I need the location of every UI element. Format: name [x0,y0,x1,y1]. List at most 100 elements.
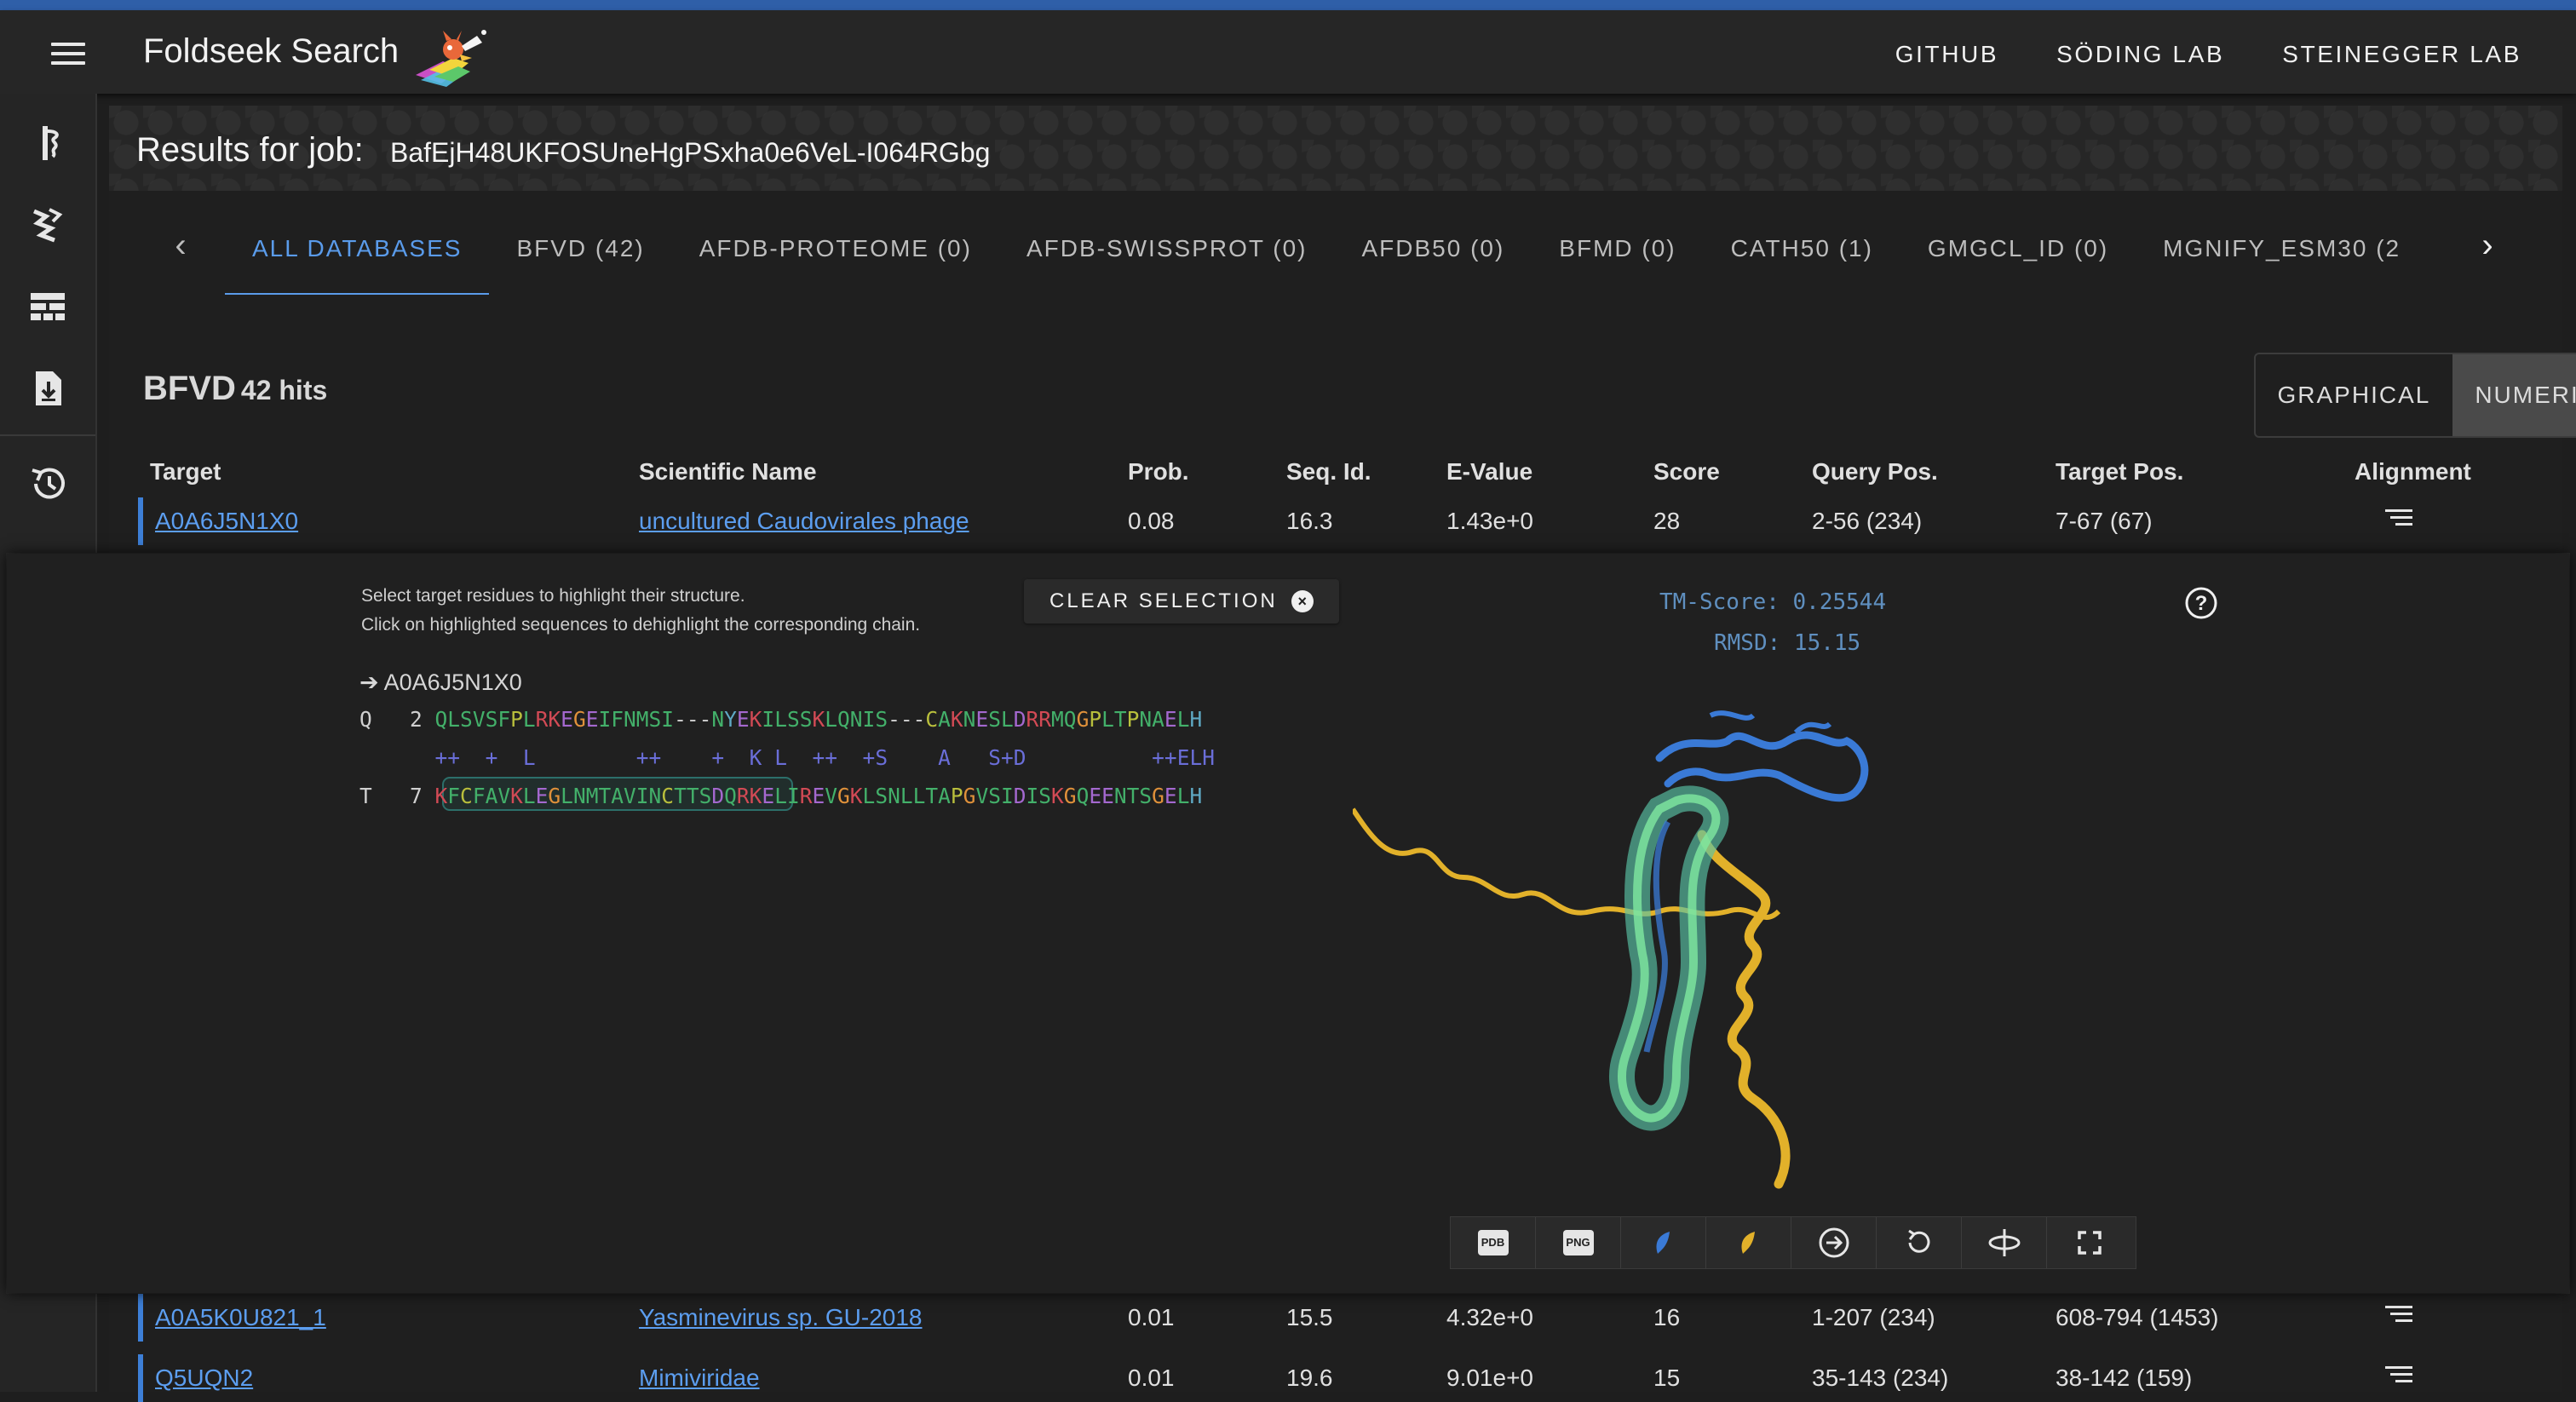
spin-icon [1987,1226,2022,1260]
app-title: Foldseek Search [143,32,399,71]
png-icon: PNG [1563,1230,1594,1255]
reset-rotation-button[interactable] [1877,1217,1962,1268]
scientific-name-link[interactable]: Mimiviridae [639,1365,760,1392]
evalue-value: 1.43e+0 [1446,508,1533,535]
query-chain-icon [1653,1230,1675,1255]
target-pos-value: 608-794 (1453) [2056,1304,2218,1331]
col-seq-id[interactable]: Seq. Id. [1286,458,1371,486]
query-prefix: Q 2 [359,707,435,732]
scientific-name-link[interactable]: uncultured Caudovirales phage [639,508,969,535]
table-header: Target Scientific Name Prob. Seq. Id. E-… [109,458,2562,492]
col-score[interactable]: Score [1653,458,1720,486]
nav-github[interactable]: GITHUB [1895,41,1998,68]
tab-mgnify-esm30[interactable]: MGNIFY_ESM30 (2 [2136,203,2428,293]
history-icon[interactable] [0,443,95,525]
tab-afdb-proteome[interactable]: AFDB-PROTEOME (0) [672,203,999,293]
col-prob[interactable]: Prob. [1128,458,1189,486]
clear-selection-label: CLEAR SELECTION [1049,589,1278,613]
target-pos-value: 7-67 (67) [2056,508,2153,535]
arrow-circle-button[interactable] [1791,1217,1877,1268]
seqid-value: 16.3 [1286,508,1333,535]
col-target[interactable]: Target [150,458,221,486]
alignment-icon[interactable] [2385,1306,2412,1324]
table-row[interactable]: A0A6J5N1X0 uncultured Caudovirales phage… [109,497,2562,545]
nav-steinegger-lab[interactable]: STEINEGGER LAB [2282,41,2521,68]
tab-gmgcl-id[interactable]: GMGCL_ID (0) [1900,203,2136,293]
target-pos-value: 38-142 (159) [2056,1365,2192,1392]
alignment-icon[interactable] [2385,1366,2412,1385]
toggle-spin-button[interactable] [1962,1217,2047,1268]
col-target-pos[interactable]: Target Pos. [2056,458,2183,486]
evalue-value: 9.01e+0 [1446,1365,1533,1392]
graphical-view-button[interactable]: GRAPHICAL [2256,354,2453,436]
query-toggle-button[interactable] [1621,1217,1706,1268]
job-id: BafEjH48UKFOSUneHgPSxha0e6VeL-I064RGbg [390,137,990,169]
help-icon[interactable]: ? [2184,586,2218,620]
alignment-icon[interactable] [2385,509,2412,528]
tab-cath50[interactable]: CATH50 (1) [1704,203,1900,293]
results-header: Results for job: BafEjH48UKFOSUneHgPSxha… [109,106,2562,191]
match-sequence: ++ + L ++ + K L ++ +S A S+D ++ELH [435,745,1215,770]
col-scientific-name[interactable]: Scientific Name [639,458,817,486]
score-value: 16 [1653,1304,1680,1331]
rmsd: RMSD: 15.15 [1714,630,1860,656]
tab-bfvd[interactable]: BFVD (42) [489,203,671,293]
table-row[interactable]: Q5UQN2 Mimiviridae 0.01 19.6 9.01e+0 15 … [109,1354,2562,1402]
search-icon[interactable] [0,102,95,184]
tab-afdb50[interactable]: AFDB50 (0) [1334,203,1532,293]
db-title: BFVD42 hits [143,370,327,408]
database-tabs: ‹ ALL DATABASESBFVD (42)AFDB-PROTEOME (0… [109,203,2562,295]
close-circle-icon: × [1291,590,1314,612]
prob-value: 0.01 [1128,1365,1175,1392]
col-query-pos[interactable]: Query Pos. [1812,458,1938,486]
fullscreen-button[interactable] [2047,1217,2131,1268]
clear-selection-button[interactable]: CLEAR SELECTION × [1024,579,1339,623]
target-sequence[interactable]: KFCFAVKLEGLNMTAVINCTTSDQRKELIREVGKLSNLLT… [435,784,1203,808]
view-toggle: GRAPHICAL NUMERIC [2254,353,2576,438]
structure-viewer[interactable] [1353,707,2102,1210]
tab-all-databases[interactable]: ALL DATABASES [225,203,489,295]
query-sequence-line: Q 2 QLSVSFPLRKEGEIFNMSI---NYEKILSSKLQNIS… [359,707,1202,732]
arrow-circle-icon [1817,1226,1851,1260]
reset-icon [1902,1226,1936,1260]
results-label: Results for job: [136,131,364,170]
tab-afdb-swissprot[interactable]: AFDB-SWISSPROT (0) [999,203,1335,293]
tm-score: TM-Score: 0.25544 [1659,589,1886,615]
target-toggle-button[interactable] [1706,1217,1791,1268]
svg-text:?: ? [2195,592,2208,615]
col-evalue[interactable]: E-Value [1446,458,1532,486]
pdb-download-button[interactable]: PDB [1451,1217,1536,1268]
numeric-view-button[interactable]: NUMERIC [2452,354,2576,436]
query-sequence[interactable]: QLSVSFPLRKEGEIFNMSI---NYEKILSSKLQNIS---C… [435,707,1203,732]
app-bar: Foldseek Search GITHUB SÖDING LAB STEINE… [0,10,2576,94]
scientific-name-link[interactable]: Yasminevirus sp. GU-2018 [639,1304,923,1331]
db-name: BFVD [143,370,236,407]
db-hits: 42 hits [241,375,327,405]
target-prefix: T 7 [359,784,435,808]
score-value: 15 [1653,1365,1680,1392]
match-line: ++ + L ++ + K L ++ +S A S+D ++ELH [359,745,1215,770]
target-link[interactable]: A0A5K0U821_1 [155,1304,326,1331]
tabs-next-icon[interactable]: › [2470,228,2504,262]
fullscreen-icon [2076,1229,2103,1256]
table-row[interactable]: A0A5K0U821_1 Yasminevirus sp. GU-2018 0.… [109,1294,2562,1342]
score-value: 28 [1653,508,1680,535]
query-pos-value: 2-56 (234) [1812,508,1922,535]
queue-icon[interactable] [0,266,95,348]
viewer-toolbar: PDB PNG [1450,1216,2136,1269]
alignment-hint-2: Click on highlighted sequences to dehigh… [361,615,920,635]
menu-icon[interactable] [51,43,85,70]
foldmason-icon[interactable] [0,184,95,266]
tabs-prev-icon[interactable]: ‹ [164,228,198,262]
download-icon[interactable] [0,348,95,429]
png-download-button[interactable]: PNG [1536,1217,1621,1268]
target-link[interactable]: Q5UQN2 [155,1365,253,1392]
target-link[interactable]: A0A6J5N1X0 [155,508,298,535]
nav-soeding-lab[interactable]: SÖDING LAB [2056,41,2224,68]
alignment-target-ref: ➔ A0A6J5N1X0 [359,669,522,696]
target-sequence-line: T 7 KFCFAVKLEGLNMTAVINCTTSDQRKELIREVGKLS… [359,784,1202,808]
prob-value: 0.01 [1128,1304,1175,1331]
seqid-value: 15.5 [1286,1304,1333,1331]
alignment-hint-1: Select target residues to highlight thei… [361,586,745,606]
tab-bfmd[interactable]: BFMD (0) [1532,203,1703,293]
